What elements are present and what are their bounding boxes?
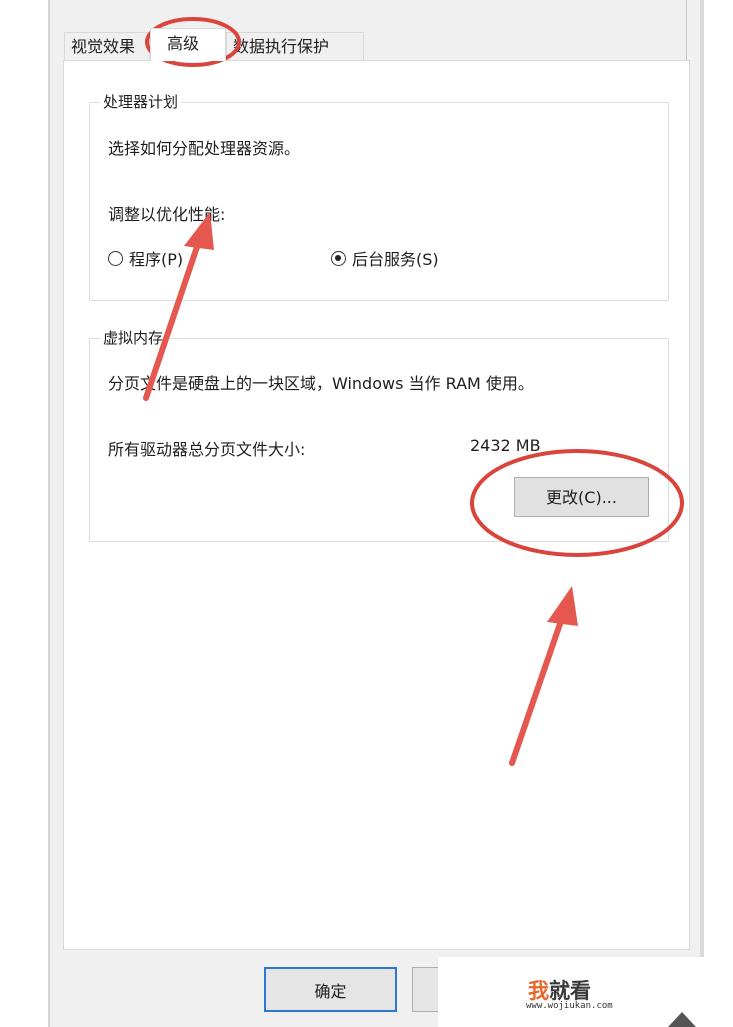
- ok-button[interactable]: 确定: [264, 967, 397, 1012]
- radio-programs[interactable]: 程序(P): [108, 246, 183, 270]
- tab-visual-effects[interactable]: 视觉效果: [64, 32, 150, 60]
- tab-data-execution-prevention[interactable]: 数据执行保护: [226, 32, 364, 60]
- radio-programs-label: 程序(P): [129, 250, 184, 269]
- radio-programs-indicator: [108, 250, 123, 266]
- watermark-logo-mark: 我: [528, 979, 549, 1003]
- tab-advanced[interactable]: 高级: [150, 28, 226, 61]
- watermark-logo-text: 就看: [549, 979, 591, 1003]
- adjust-performance-label: 调整以优化性能:: [108, 205, 226, 224]
- radio-background-services[interactable]: 后台服务(S): [331, 246, 439, 270]
- processor-scheduling-group: 处理器计划 选择如何分配处理器资源。 调整以优化性能: 程序(P) 后台服务(S…: [89, 91, 669, 301]
- virtual-memory-legend: 虚拟内存: [100, 327, 167, 348]
- watermark-url: www.wojiukan.com: [526, 1001, 613, 1011]
- processor-description: 选择如何分配处理器资源。: [108, 139, 301, 158]
- window-left-border: [48, 0, 50, 1027]
- scroll-arrow-icon: [668, 1012, 696, 1027]
- total-paging-size-value: 2432 MB: [470, 436, 541, 455]
- window-right-border: [700, 0, 704, 1027]
- processor-scheduling-legend: 处理器计划: [100, 91, 182, 112]
- advanced-tab-panel: 处理器计划 选择如何分配处理器资源。 调整以优化性能: 程序(P) 后台服务(S…: [63, 60, 690, 950]
- radio-background-services-label: 后台服务(S): [352, 250, 439, 269]
- total-paging-size-label: 所有驱动器总分页文件大小:: [108, 440, 306, 459]
- paging-file-description: 分页文件是硬盘上的一块区域，Windows 当作 RAM 使用。: [108, 374, 534, 393]
- radio-background-services-indicator: [331, 250, 346, 266]
- change-button[interactable]: 更改(C)...: [514, 477, 649, 517]
